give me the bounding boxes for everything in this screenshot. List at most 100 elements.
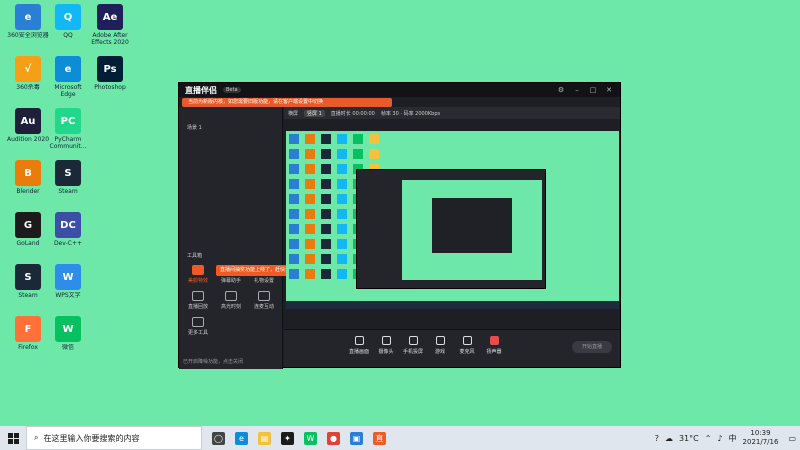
notice-banner[interactable]: 当前为新版内核，如您需要旧版功能，请在客户端设置中切换 xyxy=(182,98,392,107)
control-button[interactable]: 扬声器 xyxy=(479,336,509,355)
live-preview[interactable] xyxy=(286,131,619,309)
desktop-icon[interactable]: G GoLand xyxy=(6,212,50,254)
preview-taskbar xyxy=(286,301,619,309)
tool-item[interactable]: 直播回放 xyxy=(183,291,213,310)
sidebar: 场景 1 工具箱 美颜特效 弹幕助手 礼物设置 直播回放 高光时刻 连麦互动 更多工具 已开… xyxy=(179,107,283,369)
search-placeholder: 在这里输入你要搜索的内容 xyxy=(43,433,140,443)
desktop-icon-label: Adobe After Effects 2020 xyxy=(91,32,129,46)
desktop-icon-label: Photoshop xyxy=(94,84,126,91)
wechat-icon[interactable]: W xyxy=(304,431,317,445)
tool-icon xyxy=(192,291,204,301)
start-button[interactable] xyxy=(0,426,26,450)
control-button[interactable]: 摄像头 xyxy=(371,336,401,355)
desktop-icon[interactable]: DC Dev-C++ xyxy=(46,212,90,254)
desktop-icon[interactable]: B Blender xyxy=(6,160,50,202)
tool-item[interactable]: 美颜特效 xyxy=(183,265,213,284)
control-icon xyxy=(435,336,445,345)
desktop-icon[interactable]: Ae Adobe After Effects 2020 xyxy=(88,4,132,46)
start-live-button[interactable]: 开始直播 xyxy=(572,341,612,353)
app-icon[interactable]: ▣ xyxy=(350,431,363,445)
clock-date: 2021/7/16 xyxy=(742,438,779,446)
streamer-icon[interactable]: 直 xyxy=(373,431,386,445)
nested-preview xyxy=(402,180,542,280)
app-icon: G xyxy=(15,212,41,238)
chevron-up-icon[interactable]: ⌃ xyxy=(705,434,712,443)
control-button[interactable]: 麦克风 xyxy=(452,336,482,355)
store-icon[interactable]: ✦ xyxy=(281,431,294,445)
app-icon: F xyxy=(15,316,41,342)
tool-item[interactable]: 连麦互动 xyxy=(249,291,279,310)
desktop-icon[interactable]: √ 360杀毒 xyxy=(6,56,50,98)
help-icon[interactable]: ? xyxy=(655,434,659,443)
explorer-icon[interactable]: ▤ xyxy=(258,431,271,445)
app-icon: Ae xyxy=(97,4,123,30)
control-label: 手机投屏 xyxy=(402,349,423,355)
tool-label: 更多工具 xyxy=(187,330,208,336)
desktop-icon[interactable]: W 微信 xyxy=(46,316,90,358)
desktop-icon-label: Dev-C++ xyxy=(53,240,83,247)
desktop-icon[interactable]: Ps Photoshop xyxy=(88,56,132,98)
edge-icon[interactable]: e xyxy=(235,431,248,445)
tool-icon xyxy=(192,317,204,327)
tool-label: 礼物设置 xyxy=(253,278,274,284)
notification-icon[interactable]: ▭ xyxy=(788,434,796,443)
control-label: 摄像头 xyxy=(378,349,394,355)
stream-stats: 帧率 30 · 码率 2000Kbps xyxy=(380,110,441,117)
clock-time: 10:39 xyxy=(750,429,771,437)
control-icon xyxy=(489,336,499,345)
chrome-icon[interactable]: ● xyxy=(327,431,340,445)
desktop-icon[interactable]: S Steam xyxy=(46,160,90,202)
maximize-button[interactable]: □ xyxy=(588,85,598,95)
control-button[interactable]: 手机投屏 xyxy=(398,336,428,355)
desktop-icon[interactable]: e Microsoft Edge xyxy=(46,56,90,98)
control-label: 扬声器 xyxy=(486,349,502,355)
weather-icon[interactable]: ☁ xyxy=(665,434,673,443)
nested-window xyxy=(432,198,512,253)
desktop-icon-label: Audition 2020 xyxy=(6,136,50,143)
app-icon: √ xyxy=(15,56,41,82)
taskbar-apps: ◯ e ▤ ✦ W ● ▣ 直 xyxy=(212,431,386,445)
desktop-icon[interactable]: S Steam xyxy=(6,264,50,306)
close-button[interactable]: ✕ xyxy=(604,85,614,95)
desktop-icon-label: Steam xyxy=(18,292,38,299)
system-tray: ? ☁ 31°C ⌃ ♪ 中 10:39 2021/7/16 ▭ xyxy=(655,429,800,447)
desktop-icon[interactable]: F Firefox xyxy=(6,316,50,358)
minimize-button[interactable]: – xyxy=(572,85,582,95)
tab-portrait[interactable]: 竖屏 1 xyxy=(304,109,325,117)
control-button[interactable]: 游戏 xyxy=(425,336,455,355)
desktop-icon-label: QQ xyxy=(63,32,73,39)
taskbar-search[interactable]: ⌕ 在这里输入你要搜索的内容 xyxy=(26,426,202,450)
tool-item[interactable]: 更多工具 xyxy=(183,317,213,336)
desktop-icon-label: Blender xyxy=(16,188,40,195)
settings-icon[interactable]: ⚙ xyxy=(556,85,566,95)
desktop-icon-label: WPS文字 xyxy=(55,292,81,299)
control-icon xyxy=(462,336,472,345)
app-icon: S xyxy=(15,264,41,290)
temperature[interactable]: 31°C xyxy=(679,434,699,443)
version-badge: Beta xyxy=(223,87,241,93)
control-label: 游戏 xyxy=(434,349,445,355)
control-bar: 直播画面 摄像头 手机投屏 游戏 麦克风 扬声器 开始直播 xyxy=(284,329,620,367)
app-icon: DC xyxy=(55,212,81,238)
tab-landscape[interactable]: 横屏 xyxy=(288,110,298,117)
desktop-icon-label: Firefox xyxy=(18,344,38,351)
app-icon: e xyxy=(15,4,41,30)
app-logo: 直播伴侣 xyxy=(185,85,217,95)
tools-title: 工具箱 xyxy=(187,253,203,259)
tool-icon xyxy=(192,265,204,275)
noise-footnote[interactable]: 已开启降噪功能，点击关闭 xyxy=(183,358,243,365)
desktop-icon[interactable]: e 360安全浏览器 xyxy=(6,4,50,46)
control-icon xyxy=(381,336,391,345)
control-button[interactable]: 直播画面 xyxy=(344,336,374,355)
input-language[interactable]: 中 xyxy=(729,433,737,444)
task-view-icon[interactable]: ◯ xyxy=(212,431,225,445)
desktop-icon[interactable]: PC PyCharm Communit... xyxy=(46,108,90,150)
scene-label[interactable]: 场景 1 xyxy=(187,124,202,131)
tool-item[interactable]: 高光时刻 xyxy=(216,291,246,310)
desktop-icon[interactable]: W WPS文字 xyxy=(46,264,90,306)
desktop-icon[interactable]: Au Audition 2020 xyxy=(6,108,50,150)
clock[interactable]: 10:39 2021/7/16 xyxy=(743,429,779,447)
control-label: 直播画面 xyxy=(348,349,369,355)
desktop-icon[interactable]: Q QQ xyxy=(46,4,90,46)
speaker-icon[interactable]: ♪ xyxy=(717,434,722,443)
